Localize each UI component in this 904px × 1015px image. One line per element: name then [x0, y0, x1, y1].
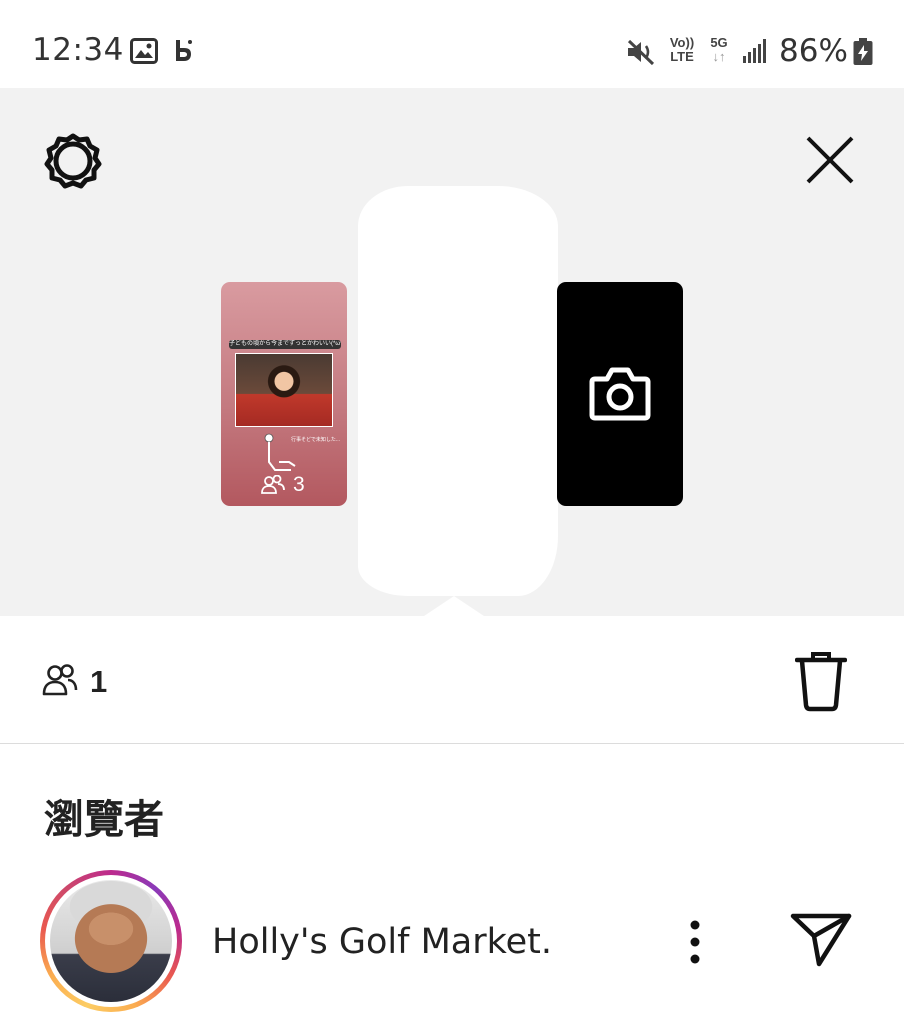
- story-thumbnail-previous[interactable]: 子どもの頃から今までずっとかわいい(*ω*) 行事そどで未知した... 3: [221, 282, 347, 506]
- send-message-icon[interactable]: [790, 912, 852, 968]
- signal-icon: [743, 39, 766, 63]
- viewer-count[interactable]: 1: [90, 664, 107, 700]
- viewer-username[interactable]: Holly's Golf Market.: [212, 922, 552, 962]
- trash-icon[interactable]: [795, 652, 847, 712]
- gallery-icon: [130, 38, 158, 64]
- avatar: [50, 880, 172, 1002]
- status-time: 12:34: [32, 32, 124, 68]
- viewers-icon[interactable]: [42, 664, 78, 696]
- b-app-icon: [176, 40, 192, 61]
- avatar-story-ring[interactable]: [40, 870, 182, 1012]
- story-viewer-count: 3: [293, 473, 305, 496]
- story-photo: [235, 353, 333, 427]
- viewers-icon: [261, 475, 285, 494]
- battery-charging-icon: [853, 38, 873, 65]
- story-viewers: 3: [261, 473, 305, 496]
- camera-icon: [589, 367, 651, 421]
- status-bar: 12:34 Vo)) LTE 5G ↓↑ 86%: [0, 0, 904, 88]
- battery-percentage: 86%: [779, 33, 848, 69]
- viewers-section-title: 瀏覽者: [44, 797, 164, 843]
- mute-icon: [627, 39, 655, 66]
- settings-icon[interactable]: [42, 130, 104, 192]
- story-info-row: [0, 616, 904, 744]
- story-note: 行事そどで未知した...: [291, 437, 341, 443]
- selection-pointer: [424, 596, 484, 616]
- story-thumbnail-current[interactable]: [358, 186, 558, 596]
- story-caption: 子どもの頃から今までずっとかわいい(*ω*): [229, 340, 341, 349]
- add-story-camera-button[interactable]: [557, 282, 683, 506]
- more-options-icon[interactable]: [688, 920, 702, 964]
- volte-indicator: Vo)) LTE: [669, 35, 695, 64]
- close-icon[interactable]: [804, 134, 856, 186]
- network-5g-indicator: 5G ↓↑: [710, 35, 728, 64]
